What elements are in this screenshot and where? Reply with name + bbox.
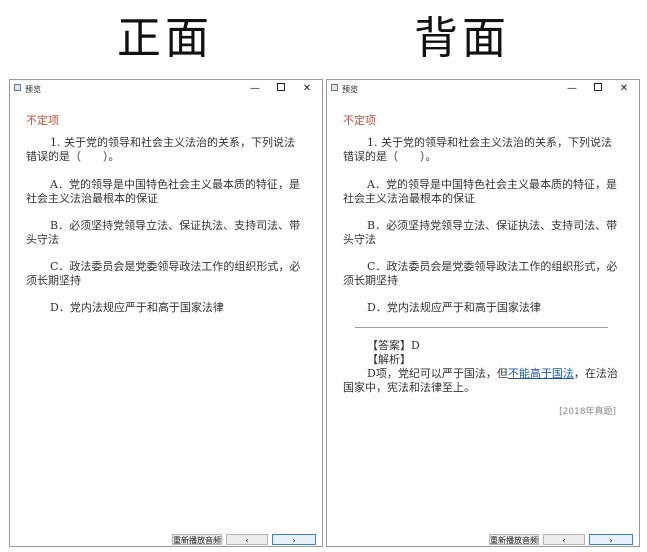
next-button[interactable]: › xyxy=(589,534,633,545)
question-stem: 1. 关于党的领导和社会主义法治的关系，下列说法错误的是（ ）。 xyxy=(26,136,295,163)
bottom-toolbar: 重新播放音频 ‹ › xyxy=(489,532,639,546)
option-c[interactable]: C．政法委员会是党委领导政法工作的组织形式，必须长期坚持 xyxy=(343,260,618,288)
analysis-text-before: D项，党纪可以严于国法，但 xyxy=(367,367,508,380)
maximize-button[interactable] xyxy=(270,81,292,96)
title-bar: 预览 — ✕ xyxy=(327,80,639,98)
minimize-button[interactable]: — xyxy=(244,81,266,96)
replay-audio-button[interactable]: 重新播放音频 xyxy=(172,534,222,545)
maximize-button[interactable] xyxy=(587,81,609,96)
option-d[interactable]: D．党内法规应严于和高于国家法律 xyxy=(26,301,301,315)
analysis-text: D项，党纪可以严于国法，但不能高于国法，在法治国家中，宪法和法律至上。 xyxy=(343,367,618,395)
question-type: 不定项 xyxy=(343,114,376,127)
question-stem: 1. 关于党的领导和社会主义法治的关系，下列说法错误的是（ ）。 xyxy=(343,136,612,163)
app-icon xyxy=(14,84,21,91)
question-type: 不定项 xyxy=(26,114,59,127)
maximize-icon xyxy=(594,83,602,91)
answer-line: 【答案】D xyxy=(367,339,420,352)
prev-button[interactable]: ‹ xyxy=(543,534,585,545)
source-tag: [2018年真题] xyxy=(559,407,616,417)
question-content: 不定项 1. 关于党的领导和社会主义法治的关系，下列说法错误的是（ ）。 A．党… xyxy=(343,114,618,419)
prev-button[interactable]: ‹ xyxy=(226,534,268,545)
minimize-button[interactable]: — xyxy=(561,81,583,96)
bottom-toolbar: 重新播放音频 ‹ › xyxy=(172,532,322,546)
question-content: 不定项 1. 关于党的领导和社会主义法治的关系，下列说法错误的是（ ）。 A．党… xyxy=(26,114,301,328)
preview-window-back: 预览 — ✕ 不定项 1. 关于党的领导和社会主义法治的关系，下列说法错误的是（… xyxy=(326,79,640,547)
window-title: 预览 xyxy=(25,85,41,94)
option-d[interactable]: D．党内法规应严于和高于国家法律 xyxy=(343,301,618,315)
close-button[interactable]: ✕ xyxy=(296,81,318,96)
analysis-label: 【解析】 xyxy=(367,353,411,366)
option-a[interactable]: A．党的领导是中国特色社会主义最本质的特征，是社会主义法治最根本的保证 xyxy=(343,178,618,206)
next-button[interactable]: › xyxy=(272,534,316,545)
preview-window-front: 预览 — ✕ 不定项 1. 关于党的领导和社会主义法治的关系，下列说法错误的是（… xyxy=(9,79,323,547)
replay-audio-button[interactable]: 重新播放音频 xyxy=(489,534,539,545)
answer-divider xyxy=(355,327,608,328)
option-b[interactable]: B．必须坚持党领导立法、保证执法、支持司法、带头守法 xyxy=(343,219,618,247)
front-heading: 正面 xyxy=(117,13,213,64)
title-bar: 预览 — ✕ xyxy=(10,80,322,98)
analysis-link[interactable]: 不能高于国法 xyxy=(508,367,574,380)
option-b[interactable]: B．必须坚持党领导立法、保证执法、支持司法、带头守法 xyxy=(26,219,301,247)
maximize-icon xyxy=(277,83,285,91)
app-icon xyxy=(331,84,338,91)
close-button[interactable]: ✕ xyxy=(613,81,635,96)
window-title: 预览 xyxy=(342,85,358,94)
option-a[interactable]: A．党的领导是中国特色社会主义最本质的特征，是社会主义法治最根本的保证 xyxy=(26,178,301,206)
option-c[interactable]: C．政法委员会是党委领导政法工作的组织形式，必须长期坚持 xyxy=(26,260,301,288)
back-heading: 背面 xyxy=(414,13,510,64)
